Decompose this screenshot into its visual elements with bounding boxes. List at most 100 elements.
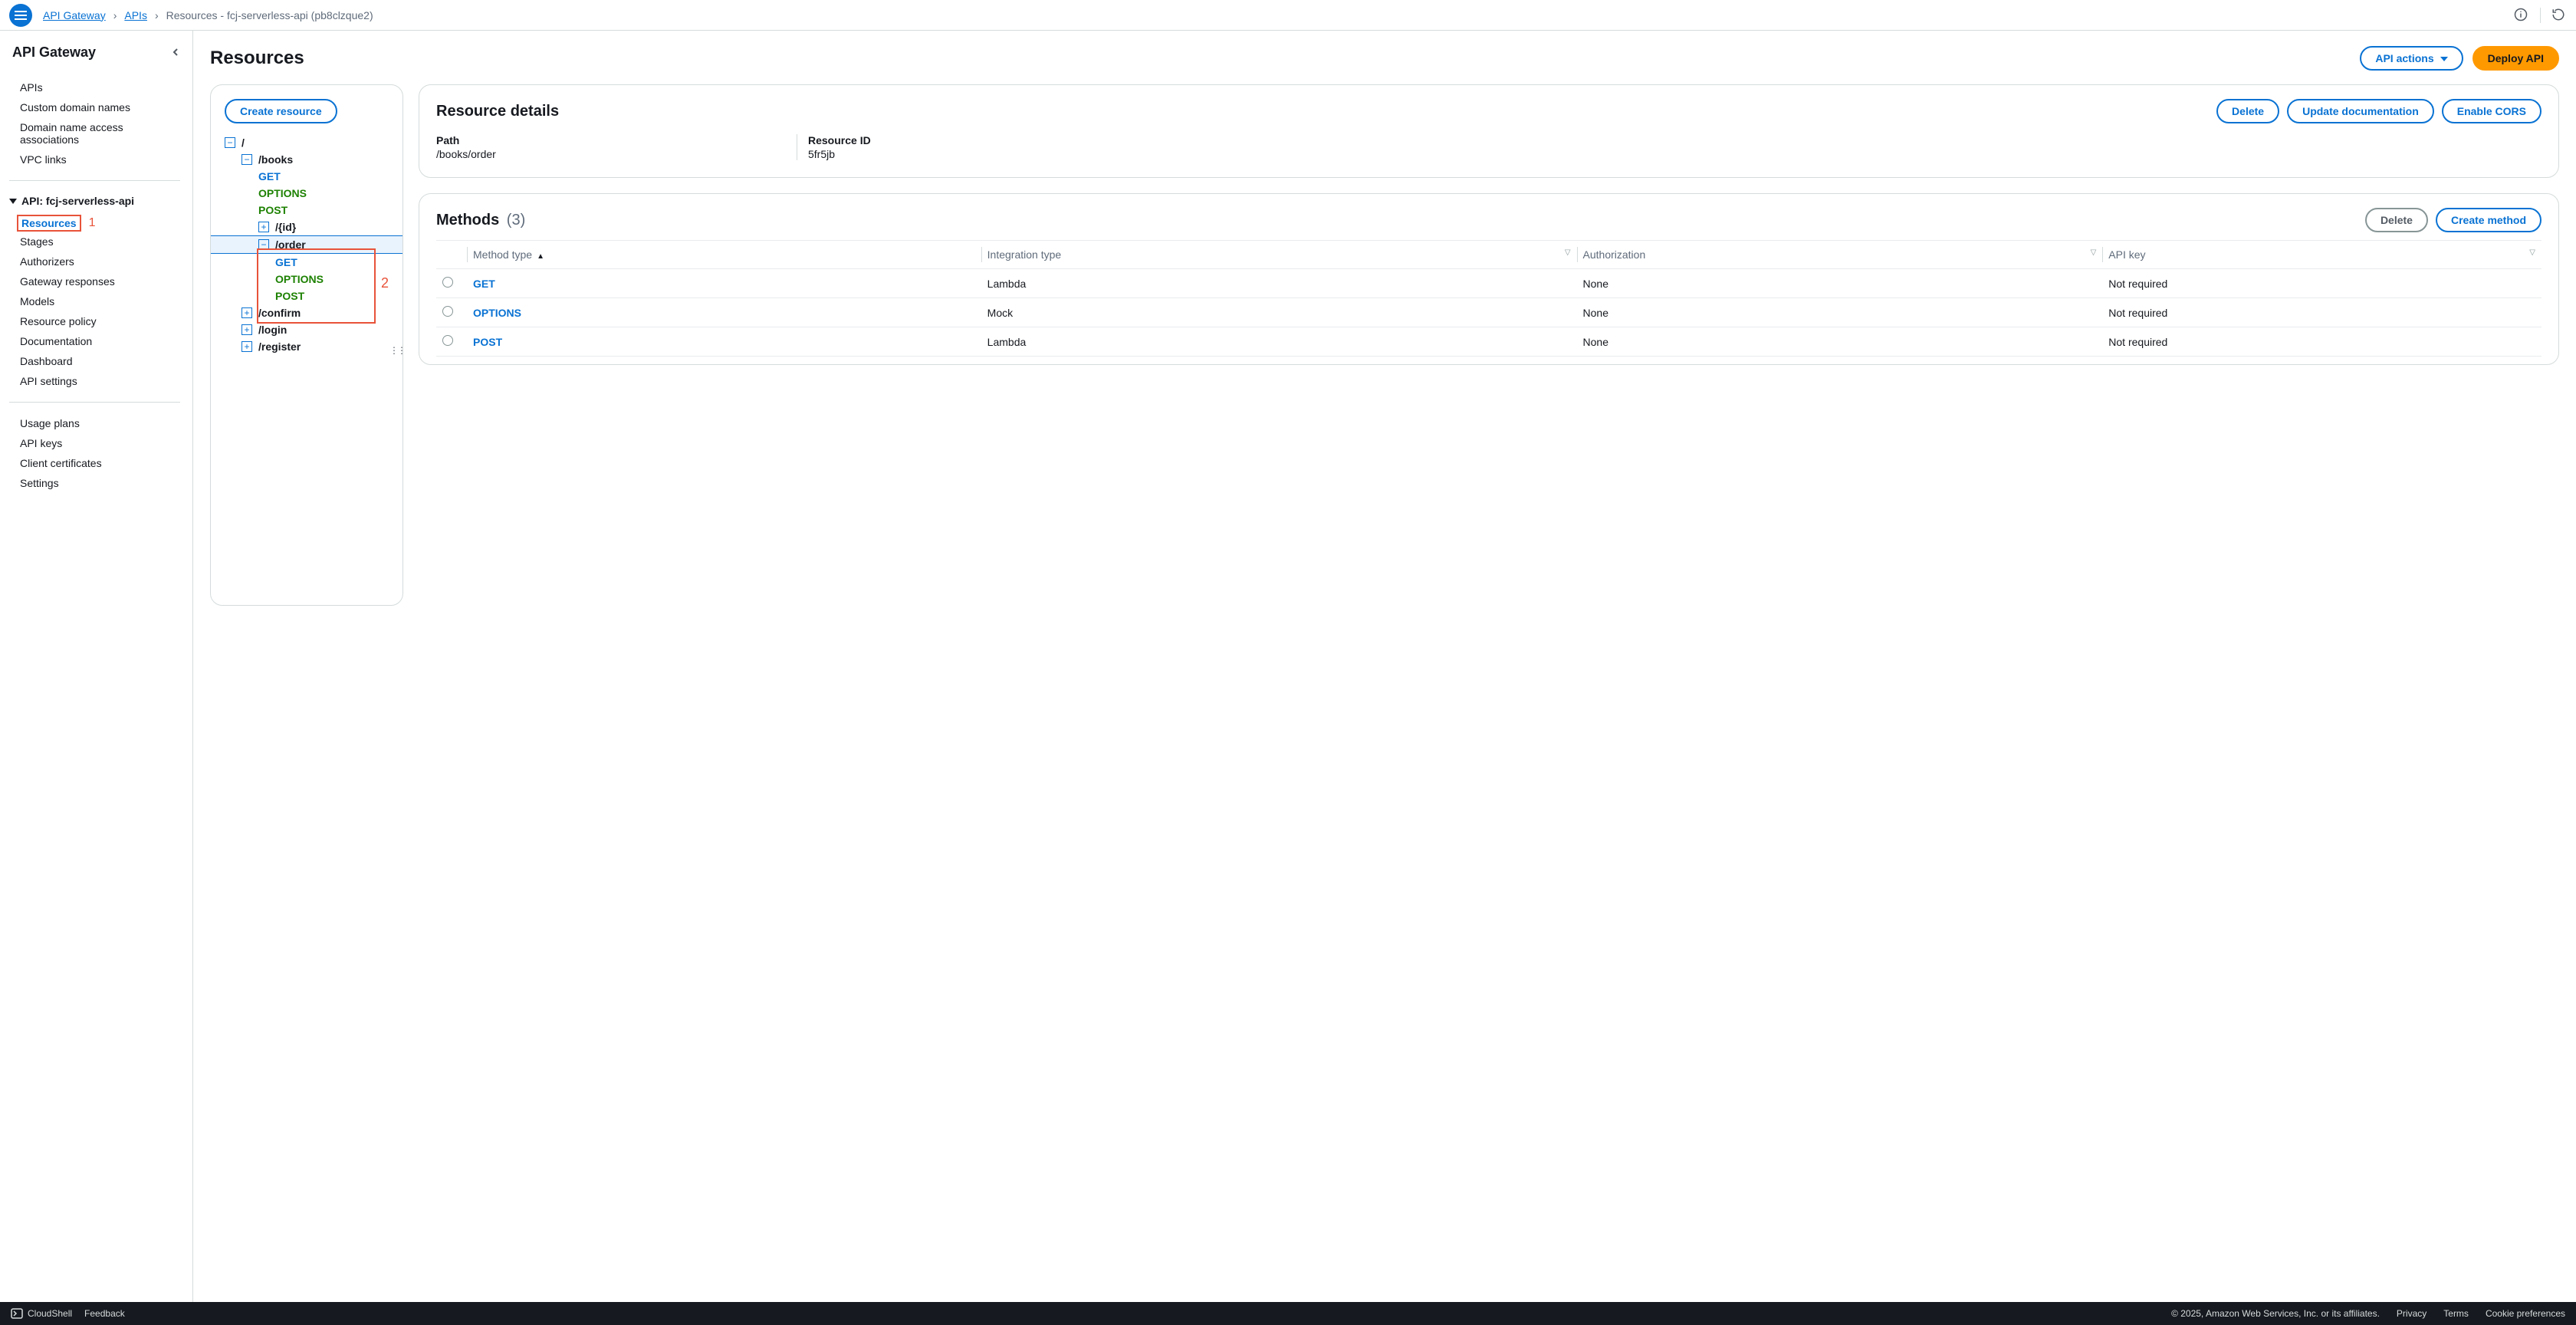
- sidebar-item-domain-access[interactable]: Domain name access associations: [9, 117, 180, 150]
- sidebar-item-api-settings[interactable]: API settings: [9, 371, 180, 391]
- method-get-label: GET: [275, 256, 297, 268]
- sidebar-title: API Gateway: [12, 44, 96, 61]
- cell-apikey: Not required: [2102, 298, 2542, 327]
- sidebar-item-apis[interactable]: APIs: [9, 77, 180, 97]
- breadcrumb-apis[interactable]: APIs: [124, 9, 147, 21]
- tree-node-login[interactable]: /login: [211, 321, 402, 338]
- cell-integration: Lambda: [981, 269, 1577, 298]
- tree-label: /: [242, 136, 245, 149]
- tree-method-get[interactable]: GET: [211, 168, 402, 185]
- update-doc-button[interactable]: Update documentation: [2287, 99, 2434, 123]
- tree-label: /order: [275, 238, 306, 251]
- breadcrumb-current: Resources - fcj-serverless-api (pb8clzqu…: [166, 9, 373, 21]
- tree-node-confirm[interactable]: /confirm: [211, 304, 402, 321]
- sidebar-api-toggle[interactable]: API: fcj-serverless-api: [9, 192, 180, 215]
- table-row: POST Lambda None Not required: [436, 327, 2542, 357]
- deploy-api-button[interactable]: Deploy API: [2472, 46, 2559, 71]
- sidebar-item-api-keys[interactable]: API keys: [9, 433, 180, 453]
- collapse-icon[interactable]: [225, 137, 235, 148]
- expand-icon[interactable]: [258, 222, 269, 232]
- sidebar-item-models[interactable]: Models: [9, 291, 180, 311]
- sidebar-item-custom-domains[interactable]: Custom domain names: [9, 97, 180, 117]
- methods-panel: Methods (3) Delete Create method Met: [419, 193, 2559, 365]
- cell-auth: None: [1577, 298, 2103, 327]
- info-icon[interactable]: [2514, 8, 2529, 23]
- cell-integration: Lambda: [981, 327, 1577, 357]
- tree-method-order-post[interactable]: POST: [211, 288, 402, 304]
- collapse-icon[interactable]: [258, 239, 269, 250]
- col-authorization[interactable]: Authorization: [1577, 241, 2103, 269]
- create-resource-button[interactable]: Create resource: [225, 99, 337, 123]
- footer: CloudShell Feedback © 2025, Amazon Web S…: [0, 1302, 2576, 1325]
- chevron-right-icon: ›: [113, 9, 117, 21]
- sidebar-item-documentation[interactable]: Documentation: [9, 331, 180, 351]
- sidebar-item-stages[interactable]: Stages: [9, 232, 180, 252]
- sidebar-item-gateway-responses[interactable]: Gateway responses: [9, 271, 180, 291]
- expand-icon[interactable]: [242, 307, 252, 318]
- tree-method-order-get[interactable]: GET: [211, 254, 402, 271]
- tree-label: /login: [258, 324, 287, 336]
- col-integration-type[interactable]: Integration type: [981, 241, 1577, 269]
- method-link-options[interactable]: OPTIONS: [473, 307, 521, 319]
- sidebar-item-authorizers[interactable]: Authorizers: [9, 252, 180, 271]
- tree-node-root[interactable]: /: [211, 134, 402, 151]
- tree-node-books[interactable]: /books: [211, 151, 402, 168]
- create-method-button[interactable]: Create method: [2436, 208, 2542, 232]
- collapse-icon[interactable]: [242, 154, 252, 165]
- method-link-post[interactable]: POST: [473, 336, 502, 348]
- terms-link[interactable]: Terms: [2443, 1308, 2469, 1319]
- tree-method-options[interactable]: OPTIONS: [211, 185, 402, 202]
- cell-apikey: Not required: [2102, 327, 2542, 357]
- methods-table: Method type Integration type Authorizati…: [436, 240, 2542, 357]
- expand-icon[interactable]: [242, 324, 252, 335]
- resource-tree-panel: Create resource / /books GET: [210, 84, 403, 606]
- annotation-1: 1: [89, 216, 96, 230]
- cloudshell-button[interactable]: CloudShell: [11, 1308, 72, 1319]
- cookie-prefs-link[interactable]: Cookie preferences: [2486, 1308, 2565, 1319]
- tree-label: /books: [258, 153, 293, 166]
- expand-icon[interactable]: [242, 341, 252, 352]
- cell-auth: None: [1577, 327, 2103, 357]
- row-radio[interactable]: [442, 335, 453, 346]
- tree-node-register[interactable]: /register: [211, 338, 402, 355]
- sidebar-item-resource-policy[interactable]: Resource policy: [9, 311, 180, 331]
- method-post-label: POST: [258, 204, 288, 216]
- delete-method-button[interactable]: Delete: [2365, 208, 2428, 232]
- enable-cors-button[interactable]: Enable CORS: [2442, 99, 2542, 123]
- cell-integration: Mock: [981, 298, 1577, 327]
- table-row: GET Lambda None Not required: [436, 269, 2542, 298]
- hamburger-menu-icon[interactable]: [9, 4, 32, 27]
- copyright: © 2025, Amazon Web Services, Inc. or its…: [2171, 1308, 2380, 1319]
- table-row: OPTIONS Mock None Not required: [436, 298, 2542, 327]
- terminal-icon: [11, 1308, 23, 1319]
- sidebar-item-resources[interactable]: Resources: [21, 217, 77, 229]
- refresh-icon[interactable]: [2551, 8, 2567, 23]
- sidebar-item-settings[interactable]: Settings: [9, 473, 180, 493]
- feedback-link[interactable]: Feedback: [84, 1308, 125, 1319]
- tree-method-post[interactable]: POST: [211, 202, 402, 219]
- cell-auth: None: [1577, 269, 2103, 298]
- resource-id-value: 5fr5jb: [808, 148, 871, 160]
- methods-count: (3): [507, 212, 525, 229]
- api-actions-dropdown[interactable]: API actions: [2360, 46, 2463, 71]
- sidebar-item-dashboard[interactable]: Dashboard: [9, 351, 180, 371]
- tree-node-id[interactable]: /{id}: [211, 219, 402, 235]
- caret-down-icon: [9, 197, 17, 205]
- collapse-sidebar-icon[interactable]: [171, 47, 180, 59]
- tree-method-order-options[interactable]: OPTIONS: [211, 271, 402, 288]
- sidebar-api-label: API: fcj-serverless-api: [21, 195, 134, 207]
- tree-node-order[interactable]: /order: [211, 235, 402, 254]
- sidebar-item-vpc-links[interactable]: VPC links: [9, 150, 180, 169]
- sidebar-item-client-certs[interactable]: Client certificates: [9, 453, 180, 473]
- row-radio[interactable]: [442, 306, 453, 317]
- row-radio[interactable]: [442, 277, 453, 288]
- breadcrumb-root[interactable]: API Gateway: [43, 9, 106, 21]
- col-method-type[interactable]: Method type: [467, 241, 981, 269]
- delete-resource-button[interactable]: Delete: [2216, 99, 2279, 123]
- sidebar-item-usage-plans[interactable]: Usage plans: [9, 413, 180, 433]
- method-link-get[interactable]: GET: [473, 278, 495, 290]
- page-title: Resources: [210, 48, 304, 69]
- privacy-link[interactable]: Privacy: [2397, 1308, 2426, 1319]
- col-api-key[interactable]: API key: [2102, 241, 2542, 269]
- drag-handle-icon[interactable]: ⋮⋮: [389, 345, 405, 356]
